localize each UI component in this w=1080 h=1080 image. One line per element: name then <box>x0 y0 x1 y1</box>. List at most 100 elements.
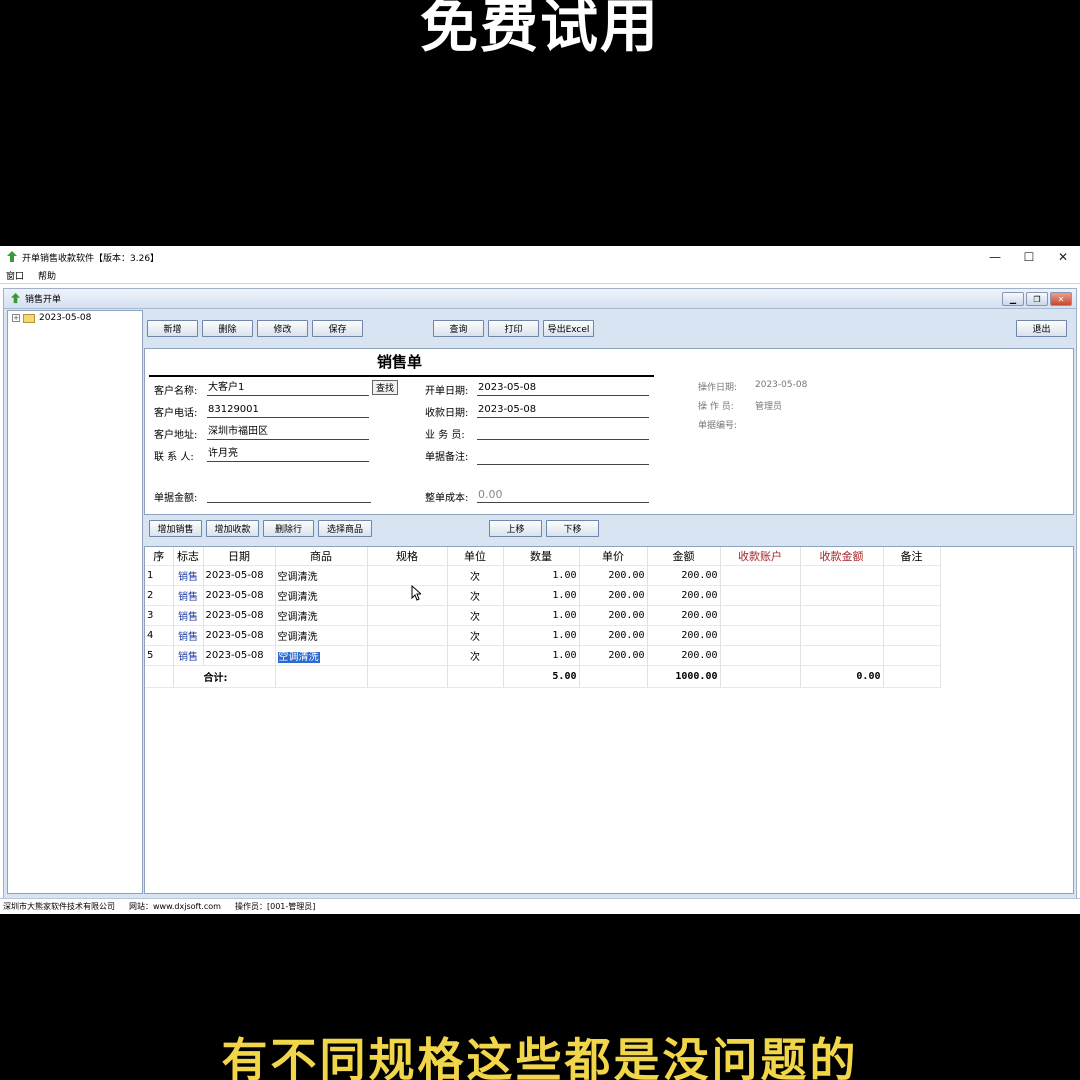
minimize-button[interactable]: — <box>978 246 1012 268</box>
customer-name-field[interactable]: 大客户1 <box>207 381 369 396</box>
cell-collected[interactable] <box>800 645 884 666</box>
child-restore-icon[interactable]: ❐ <box>1026 292 1048 306</box>
cell-product[interactable]: 空调清洗 <box>275 585 368 606</box>
cell-qty[interactable]: 1.00 <box>503 605 580 626</box>
menu-window[interactable]: 窗口 <box>6 269 24 282</box>
cell-seq[interactable]: 3 <box>145 605 174 626</box>
cell-qty[interactable]: 1.00 <box>503 585 580 606</box>
collect-date-field[interactable]: 2023-05-08 <box>477 403 649 418</box>
cell-collected[interactable] <box>800 625 884 646</box>
cell-seq[interactable]: 5 <box>145 645 174 666</box>
cell-account[interactable] <box>720 625 801 646</box>
header-seq[interactable]: 序 <box>145 547 174 566</box>
cell-spec[interactable] <box>367 585 448 606</box>
edit-button[interactable]: 修改 <box>257 320 308 337</box>
expand-icon[interactable]: + <box>12 314 20 322</box>
amount-field[interactable] <box>207 488 371 503</box>
find-button[interactable]: 查找 <box>372 380 398 395</box>
cell-price[interactable]: 200.00 <box>579 645 648 666</box>
cell-unit[interactable]: 次 <box>447 565 504 586</box>
cell-product[interactable]: 空调清洗 <box>275 605 368 626</box>
child-minimize-icon[interactable]: ▁ <box>1002 292 1024 306</box>
cell-note[interactable] <box>883 645 941 666</box>
cell-collected[interactable] <box>800 565 884 586</box>
cell-flag[interactable]: 销售 <box>173 605 204 626</box>
header-date[interactable]: 日期 <box>203 547 276 566</box>
customer-phone-field[interactable]: 83129001 <box>207 403 369 418</box>
cell-account[interactable] <box>720 605 801 626</box>
cell-price[interactable]: 200.00 <box>579 565 648 586</box>
cell-seq[interactable]: 2 <box>145 585 174 606</box>
save-button[interactable]: 保存 <box>312 320 363 337</box>
cell-amount[interactable]: 200.00 <box>647 585 721 606</box>
header-spec[interactable]: 规格 <box>367 547 448 566</box>
cell-flag[interactable]: 销售 <box>173 645 204 666</box>
cell-account[interactable] <box>720 565 801 586</box>
cell-spec[interactable] <box>367 625 448 646</box>
table-row[interactable]: 1 销售 2023-05-08 空调清洗次 1.00 200.00 200.00 <box>145 565 941 586</box>
tree-item-date[interactable]: + 2023-05-08 <box>8 311 142 325</box>
move-up-button[interactable]: 上移 <box>489 520 542 537</box>
remark-field[interactable] <box>477 447 649 465</box>
header-collected[interactable]: 收款金额 <box>800 547 884 566</box>
cell-note[interactable] <box>883 605 941 626</box>
print-button[interactable]: 打印 <box>488 320 539 337</box>
select-product-button[interactable]: 选择商品 <box>318 520 372 537</box>
cell-collected[interactable] <box>800 605 884 626</box>
new-button[interactable]: 新增 <box>147 320 198 337</box>
cell-date[interactable]: 2023-05-08 <box>203 645 276 666</box>
cost-field[interactable]: 0.00 <box>477 488 649 503</box>
cell-qty[interactable]: 1.00 <box>503 565 580 586</box>
header-qty[interactable]: 数量 <box>503 547 580 566</box>
cell-note[interactable] <box>883 585 941 606</box>
cell-unit[interactable]: 次 <box>447 625 504 646</box>
cell-date[interactable]: 2023-05-08 <box>203 565 276 586</box>
table-row[interactable]: 5 销售 2023-05-08 空调清洗次 1.00 200.00 200.00 <box>145 645 941 666</box>
cell-product[interactable]: 空调清洗 <box>275 565 368 586</box>
cell-seq[interactable]: 4 <box>145 625 174 646</box>
cell-note[interactable] <box>883 565 941 586</box>
exit-button[interactable]: 退出 <box>1016 320 1067 337</box>
header-product[interactable]: 商品 <box>275 547 368 566</box>
table-row[interactable]: 2 销售 2023-05-08 空调清洗次 1.00 200.00 200.00 <box>145 585 941 606</box>
add-collection-button[interactable]: 增加收款 <box>206 520 259 537</box>
header-flag[interactable]: 标志 <box>173 547 204 566</box>
cell-account[interactable] <box>720 645 801 666</box>
customer-address-field[interactable]: 深圳市福田区 <box>207 425 369 440</box>
cell-amount[interactable]: 200.00 <box>647 645 721 666</box>
cell-flag[interactable]: 销售 <box>173 585 204 606</box>
close-button[interactable]: ✕ <box>1046 246 1080 268</box>
cell-amount[interactable]: 200.00 <box>647 605 721 626</box>
header-amount[interactable]: 金额 <box>647 547 721 566</box>
cell-collected[interactable] <box>800 585 884 606</box>
header-unit[interactable]: 单位 <box>447 547 504 566</box>
cell-price[interactable]: 200.00 <box>579 605 648 626</box>
header-account[interactable]: 收款账户 <box>720 547 801 566</box>
salesman-field[interactable] <box>477 425 649 440</box>
cell-flag[interactable]: 销售 <box>173 565 204 586</box>
add-sale-button[interactable]: 增加销售 <box>149 520 202 537</box>
cell-amount[interactable]: 200.00 <box>647 625 721 646</box>
menu-help[interactable]: 帮助 <box>38 269 56 282</box>
maximize-button[interactable]: ☐ <box>1012 246 1046 268</box>
cell-note[interactable] <box>883 625 941 646</box>
cell-account[interactable] <box>720 585 801 606</box>
delete-button[interactable]: 删除 <box>202 320 253 337</box>
cell-price[interactable]: 200.00 <box>579 625 648 646</box>
cell-seq[interactable]: 1 <box>145 565 174 586</box>
query-button[interactable]: 查询 <box>433 320 484 337</box>
cell-qty[interactable]: 1.00 <box>503 645 580 666</box>
cell-spec[interactable] <box>367 605 448 626</box>
child-close-icon[interactable]: ✕ <box>1050 292 1072 306</box>
cell-spec[interactable] <box>367 645 448 666</box>
cell-date[interactable]: 2023-05-08 <box>203 625 276 646</box>
cell-unit[interactable]: 次 <box>447 585 504 606</box>
open-date-field[interactable]: 2023-05-08 <box>477 381 649 396</box>
cell-spec[interactable] <box>367 565 448 586</box>
contact-field[interactable]: 许月亮 <box>207 447 369 462</box>
cell-date[interactable]: 2023-05-08 <box>203 585 276 606</box>
header-price[interactable]: 单价 <box>579 547 648 566</box>
cell-product[interactable]: 空调清洗 <box>275 625 368 646</box>
export-excel-button[interactable]: 导出Excel <box>543 320 594 337</box>
cell-qty[interactable]: 1.00 <box>503 625 580 646</box>
